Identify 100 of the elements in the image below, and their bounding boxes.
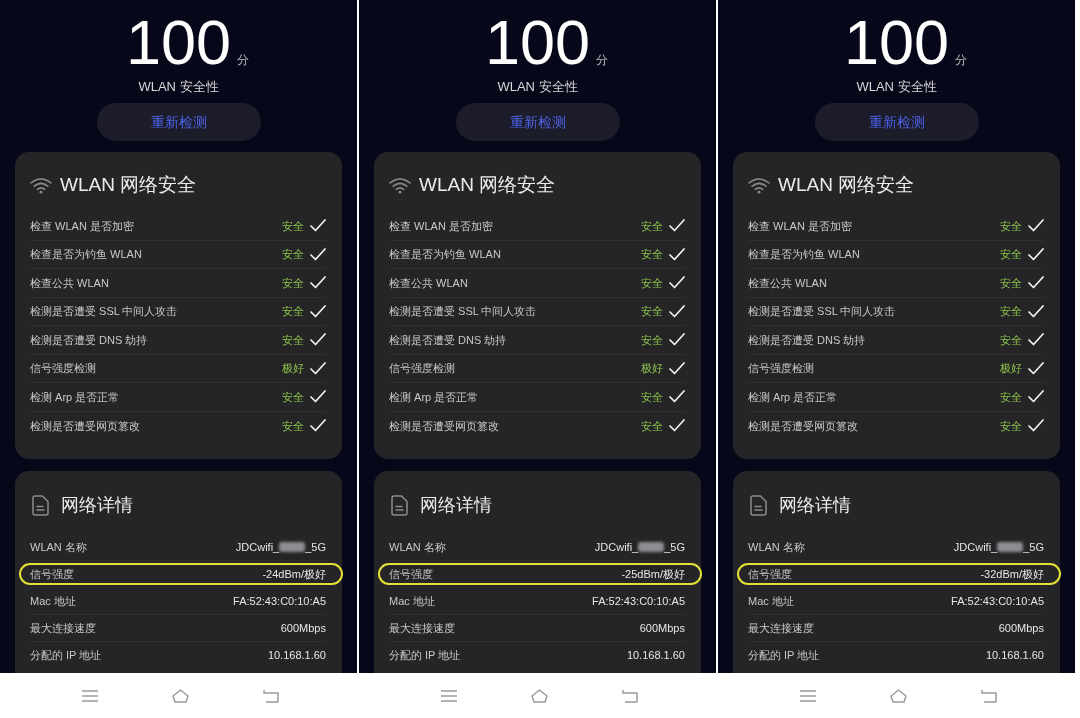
score-label: WLAN 安全性 [856,78,937,96]
detail-label: 最大连接速度 [30,620,96,636]
detail-label: WLAN 名称 [30,539,87,555]
check-label: 检测是否遭受 DNS 劫持 [30,332,148,348]
score-value: 100 [125,11,232,74]
check-result: 安全 [641,418,663,434]
check-label: 检测是否遭受 SSL 中间人攻击 [748,304,896,319]
wifi-icon [748,176,770,194]
score-value: 100 [843,11,950,74]
detail-label: 最大连接速度 [389,620,455,636]
score-label: WLAN 安全性 [138,78,219,96]
check-result: 安全 [641,275,663,291]
score-unit: 分 [955,54,968,66]
detail-value: _5G [664,539,685,555]
check-label: 信号强度检测 [748,361,814,376]
home-icon[interactable] [890,688,907,703]
check-result: 安全 [282,275,304,291]
menu-icon[interactable] [82,689,98,702]
document-icon [32,494,49,516]
card-title: 网络详情 [420,494,492,517]
detail-value: 10.168.1.60 [985,648,1044,664]
detail-label: Mac 地址 [748,593,794,609]
detail-label: 分配的 IP 地址 [748,648,820,664]
menu-icon[interactable] [800,689,816,702]
check-label: 检测是否遭受网页篡改 [748,418,858,434]
check-label: 信号强度检测 [30,361,96,376]
detail-value: JDCwifi_ [953,539,998,555]
check-label: 检测 Arp 是否正常 [748,389,838,405]
check-result: 安全 [1000,275,1022,291]
detail-value: _5G [305,539,326,555]
check-result: 安全 [282,247,304,262]
document-icon [750,494,767,516]
detail-value: 600Mbps [280,620,326,636]
card-title: 网络详情 [779,494,851,517]
detail-value: 10.168.1.60 [626,648,685,664]
check-label: 检查是否为钓鱼 WLAN [748,247,860,262]
detail-label: 信号强度 [30,566,74,582]
rescan-button[interactable]: 重新检测 [455,103,620,141]
score-unit: 分 [596,54,609,66]
check-result: 安全 [282,389,304,405]
document-icon [391,494,408,516]
detail-value: FA:52:43:C0:10:A5 [233,593,326,609]
detail-label: Mac 地址 [30,593,76,609]
back-icon[interactable] [981,688,997,703]
check-label: 检查公共 WLAN [748,275,827,291]
card-title: WLAN 网络安全 [60,173,197,197]
detail-value: FA:52:43:C0:10:A5 [592,593,685,609]
card-title: WLAN 网络安全 [778,173,915,197]
card-title: WLAN 网络安全 [419,173,556,197]
rescan-button[interactable]: 重新检测 [814,103,979,141]
rescan-button[interactable]: 重新检测 [96,103,261,141]
home-icon[interactable] [531,688,548,703]
check-label: 检测是否遭受 DNS 劫持 [748,332,866,348]
home-icon[interactable] [172,688,189,703]
check-result: 安全 [1000,218,1022,234]
check-label: 检查公共 WLAN [30,275,109,291]
detail-label: 分配的 IP 地址 [30,648,102,664]
detail-value: 600Mbps [998,620,1044,636]
check-label: 检查是否为钓鱼 WLAN [389,247,501,262]
detail-label: Mac 地址 [389,593,435,609]
card-title: 网络详情 [61,494,133,517]
check-result: 安全 [1000,247,1022,262]
detail-label: WLAN 名称 [748,539,805,555]
check-result: 安全 [641,332,663,348]
check-result: 安全 [282,332,304,348]
check-label: 信号强度检测 [389,361,455,376]
score-label: WLAN 安全性 [497,78,578,96]
check-label: 检查 WLAN 是否加密 [389,218,493,234]
detail-value: 600Mbps [639,620,685,636]
detail-value: -32dBm/极好 [980,566,1044,582]
check-result: 极好 [1000,361,1022,376]
detail-value: -25dBm/极好 [621,566,685,582]
check-label: 检查是否为钓鱼 WLAN [30,247,142,262]
check-result: 安全 [282,304,304,319]
check-result: 安全 [641,389,663,405]
check-label: 检测 Arp 是否正常 [389,389,479,405]
detail-label: WLAN 名称 [389,539,446,555]
score-unit: 分 [237,54,250,66]
detail-label: 分配的 IP 地址 [389,648,461,664]
menu-icon[interactable] [441,689,457,702]
check-label: 检测 Arp 是否正常 [30,389,120,405]
check-result: 极好 [641,361,663,376]
detail-value: 10.168.1.60 [267,648,326,664]
check-result: 安全 [641,247,663,262]
check-result: 安全 [641,218,663,234]
check-result: 安全 [1000,332,1022,348]
check-label: 检测是否遭受 SSL 中间人攻击 [30,304,178,319]
back-icon[interactable] [622,688,638,703]
check-result: 安全 [1000,304,1022,319]
check-result: 安全 [1000,389,1022,405]
detail-label: 信号强度 [748,566,792,582]
check-label: 检查 WLAN 是否加密 [30,218,134,234]
wifi-icon [389,176,411,194]
back-icon[interactable] [263,688,279,703]
check-label: 检测是否遭受 SSL 中间人攻击 [389,304,537,319]
check-label: 检测是否遭受 DNS 劫持 [389,332,507,348]
detail-value: _5G [1023,539,1044,555]
check-label: 检查 WLAN 是否加密 [748,218,852,234]
check-result: 极好 [282,361,304,376]
check-result: 安全 [282,218,304,234]
